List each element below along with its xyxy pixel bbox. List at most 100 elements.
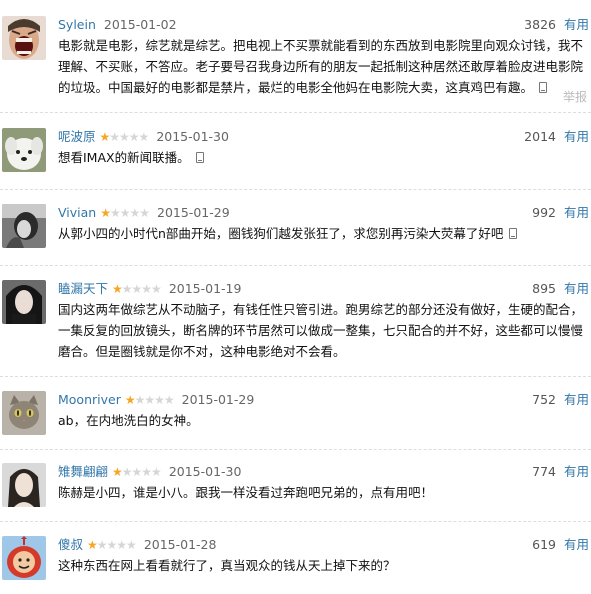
comment-header: Moonriver ★★★★★ 2015-01-29 752 有用 — [58, 391, 591, 409]
vote-area: 992 有用 — [532, 204, 589, 222]
comment-text-wrap: 电影就是电影，综艺就是综艺。把电视上不买票就能看到的东西放到电影院里向观众讨钱，… — [58, 35, 588, 98]
comment-text: 国内这两年做综艺从不动脑子，有钱任性只管引进。跑男综艺的部分还没有做好，生硬的配… — [58, 302, 584, 359]
username-link[interactable]: 瞌漏天下 — [58, 281, 108, 296]
comment-text-wrap: 想看IMAX的新闻联播。 — [58, 147, 588, 168]
woman-portrait-2-icon — [2, 463, 46, 507]
comment-date: 2015-01-30 — [156, 129, 229, 144]
comment-item: 傻叔 ★★★★★ 2015-01-28 619 有用 这种东西在网上看看就行了，真当观… — [0, 536, 591, 586]
comment-text-wrap: 从郭小四的小时代n部曲开始，圈钱狗们越发张狂了，求您别再污染大荧幕了好吧 — [58, 223, 588, 244]
comment-date: 2015-01-19 — [168, 281, 242, 296]
divider — [0, 265, 591, 266]
avatar[interactable] — [2, 280, 46, 324]
comment-item: 雉舞翩翩 ★★★★★ 2015-01-30 774 有用 陈赫是小四，谁是小八。跟我一… — [0, 463, 591, 513]
vote-area: 774 有用 — [532, 463, 589, 481]
vote-count: 619 — [532, 537, 556, 552]
comment-date: 2015-01-28 — [143, 537, 217, 552]
comment-header: 瞌漏天下 ★★★★★ 2015-01-19 895 有用 — [58, 280, 591, 298]
useful-button[interactable]: 有用 — [564, 129, 589, 144]
grayscale-person-icon — [2, 204, 46, 248]
avatar[interactable] — [2, 204, 46, 248]
comment-date: 2015-01-29 — [181, 392, 255, 407]
star-filled-icon: ★ — [124, 393, 136, 407]
mobile-icon — [539, 82, 548, 93]
mobile-icon — [509, 228, 518, 239]
useful-button[interactable]: 有用 — [564, 17, 589, 32]
comment-item: Moonriver ★★★★★ 2015-01-29 752 有用 ab，在内地洗白的… — [0, 391, 591, 441]
star-filled-icon: ★ — [87, 538, 98, 552]
comment-text: 电影就是电影，综艺就是综艺。把电视上不买票就能看到的东西放到电影院里向观众讨钱，… — [58, 38, 584, 95]
avatar[interactable] — [2, 536, 46, 580]
star-filled-icon: ★ — [112, 282, 123, 296]
vote-area: 2014 有用 — [524, 128, 589, 146]
comment-date: 2015-01-29 — [157, 205, 230, 220]
divider — [0, 449, 591, 450]
vote-area: 752 有用 — [532, 391, 589, 409]
star-empty-icon: ★★★★ — [96, 538, 137, 552]
avatar[interactable] — [2, 391, 46, 435]
vote-count: 992 — [532, 205, 556, 220]
comment-date: 2015-01-02 — [103, 17, 177, 32]
comment-header: Vivian ★★★★★ 2015-01-29 992 有用 — [58, 204, 591, 222]
vote-count: 3826 — [524, 17, 556, 32]
star-empty-icon: ★★★★ — [121, 282, 162, 296]
comment-header: 呢波原 ★★★★★ 2015-01-30 2014 有用 — [58, 128, 591, 146]
vote-count: 752 — [532, 392, 556, 407]
cat-icon — [2, 391, 46, 435]
star-filled-icon: ★ — [100, 206, 111, 220]
useful-button[interactable]: 有用 — [564, 392, 589, 407]
username-link[interactable]: Moonriver — [58, 392, 121, 407]
comment-list: Sylein 2015-01-02 3826 有用 电影就是电影，综艺就是综艺。把电… — [0, 0, 591, 594]
divider — [0, 376, 591, 377]
avatar[interactable] — [2, 463, 46, 507]
rating-stars: ★★★★★ — [87, 536, 137, 554]
star-empty-icon: ★★★★ — [121, 465, 162, 479]
rating-stars: ★★★★★ — [100, 204, 150, 222]
vote-area: 3826 有用 — [524, 16, 589, 34]
white-dog-icon — [2, 128, 46, 172]
username-link[interactable]: Sylein — [58, 17, 96, 32]
comment-item: Sylein 2015-01-02 3826 有用 电影就是电影，综艺就是综艺。把电… — [0, 16, 591, 104]
useful-button[interactable]: 有用 — [564, 537, 589, 552]
vote-count: 2014 — [524, 129, 556, 144]
useful-button[interactable]: 有用 — [564, 205, 589, 220]
vote-count: 895 — [532, 281, 556, 296]
report-button[interactable]: 举报 — [563, 88, 587, 105]
comment-text: 这种东西在网上看看就行了，真当观众的钱从天上掉下来的？ — [58, 558, 396, 573]
divider — [0, 189, 591, 190]
teletubby-icon — [2, 536, 46, 580]
comment-text: ab，在内地洗白的女神。 — [58, 413, 199, 428]
rating-stars: ★★★★★ — [99, 128, 150, 146]
star-empty-icon: ★★★★ — [134, 393, 175, 407]
comment-text: 想看IMAX的新闻联播。 — [58, 150, 190, 165]
star-filled-icon: ★ — [112, 465, 123, 479]
comment-item: 瞌漏天下 ★★★★★ 2015-01-19 895 有用 国内这两年做综艺从不动脑子，… — [0, 280, 591, 372]
comment-text: 陈赫是小四，谁是小八。跟我一样没看过奔跑吧兄弟的，点有用吧！ — [58, 485, 434, 500]
username-link[interactable]: Vivian — [58, 205, 96, 220]
screaming-face-icon — [2, 16, 46, 60]
mobile-icon — [195, 152, 204, 163]
divider — [0, 521, 591, 522]
username-link[interactable]: 傻叔 — [58, 537, 83, 552]
avatar[interactable] — [2, 128, 46, 172]
comment-header: 雉舞翩翩 ★★★★★ 2015-01-30 774 有用 — [58, 463, 591, 481]
woman-portrait-icon — [2, 280, 46, 324]
comment-header: Sylein 2015-01-02 3826 有用 — [58, 16, 591, 34]
useful-button[interactable]: 有用 — [564, 464, 589, 479]
rating-stars: ★★★★★ — [124, 391, 175, 409]
avatar[interactable] — [2, 16, 46, 60]
comment-date: 2015-01-30 — [168, 464, 242, 479]
rating-stars: ★★★★★ — [112, 463, 162, 481]
username-link[interactable]: 呢波原 — [58, 129, 96, 144]
vote-count: 774 — [532, 464, 556, 479]
comment-header: 傻叔 ★★★★★ 2015-01-28 619 有用 — [58, 536, 591, 554]
rating-stars: ★★★★★ — [112, 280, 162, 298]
divider — [0, 112, 591, 113]
useful-button[interactable]: 有用 — [564, 281, 589, 296]
comment-item: 呢波原 ★★★★★ 2015-01-30 2014 有用 想看IMAX的新闻联播。 — [0, 128, 591, 178]
star-filled-icon: ★ — [99, 130, 111, 144]
vote-area: 619 有用 — [532, 536, 589, 554]
username-link[interactable]: 雉舞翩翩 — [58, 464, 108, 479]
comment-item: Vivian ★★★★★ 2015-01-29 992 有用 从郭小四的小时代n部曲开… — [0, 204, 591, 254]
vote-area: 895 有用 — [532, 280, 589, 298]
star-empty-icon: ★★★★ — [109, 130, 149, 144]
